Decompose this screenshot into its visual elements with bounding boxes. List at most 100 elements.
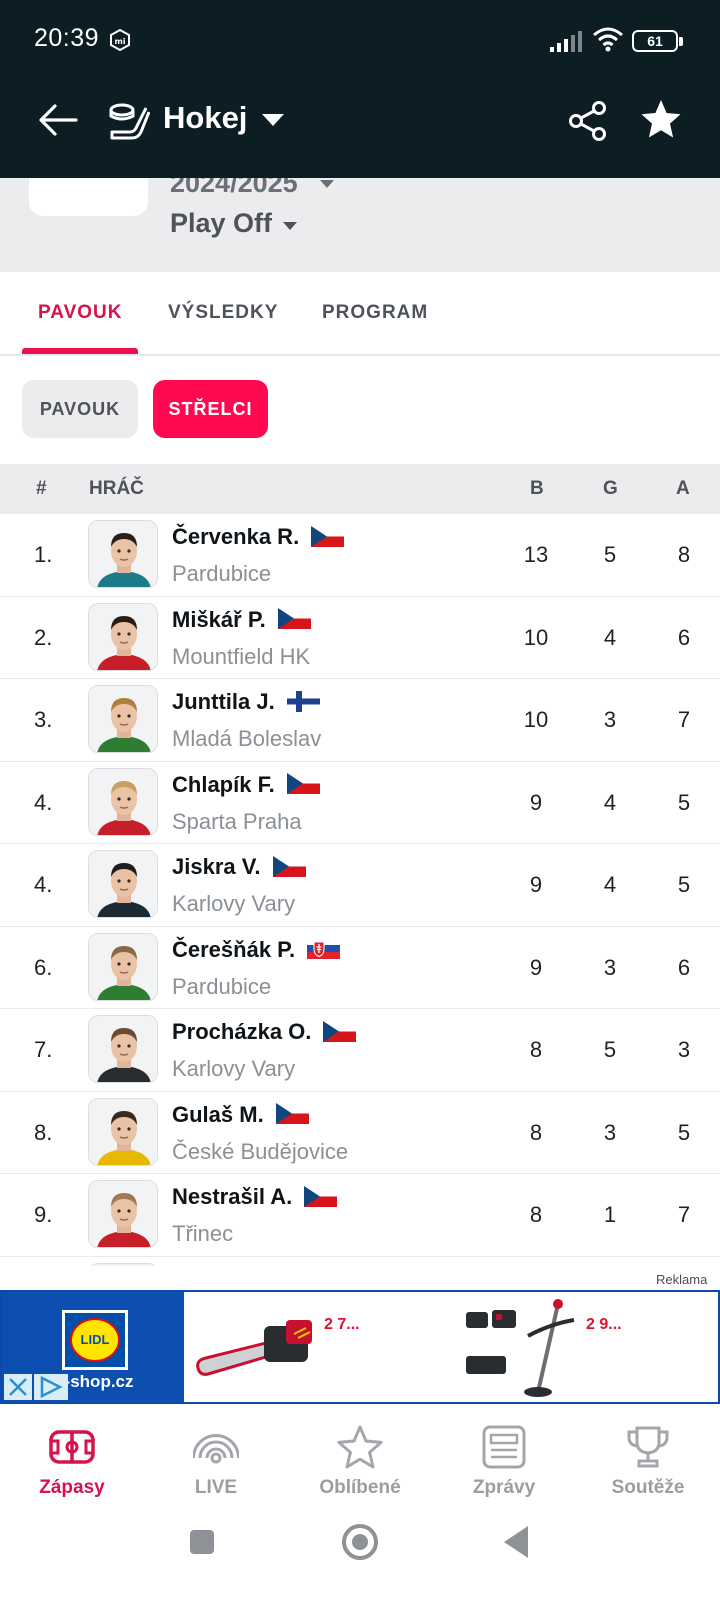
ad-close-icon[interactable] — [4, 1374, 32, 1400]
player-photo — [88, 850, 158, 918]
player-name-line: Čerešňák P. — [172, 937, 341, 963]
nav-label-zpravy: Zprávy — [472, 1477, 536, 1498]
player-photo — [88, 1262, 158, 1266]
points-cell: 10 — [523, 707, 549, 732]
slovakia-flag-icon — [307, 938, 341, 960]
points-cell: 8 — [529, 1037, 543, 1062]
nav-label-zapasy: Zápasy — [39, 1477, 105, 1498]
player-name-line: Chlapík F. — [172, 772, 320, 798]
stage-dropdown-icon[interactable] — [283, 222, 297, 230]
player-name: Gulaš M. — [172, 1101, 264, 1127]
bottom-navigation: Zápasy LIVE Oblíbené Zprávy Soutěže — [0, 1412, 720, 1516]
stage-selector[interactable]: Play Off — [170, 208, 272, 239]
table-row[interactable]: 4. Chlapík F. Sparta Praha 9 4 5 — [0, 761, 720, 844]
league-logo — [29, 178, 148, 216]
table-row[interactable]: 7. Procházka O. Karlovy Vary 8 5 3 — [0, 1009, 720, 1092]
ad-price-1: 2 7... — [324, 1316, 360, 1333]
table-row[interactable]: Hyka T. — [0, 1256, 720, 1266]
nav-souteze[interactable]: Soutěže — [576, 1412, 720, 1516]
goals-cell: 3 — [603, 1119, 617, 1145]
status-bar: 20:39 mi 61 — [0, 0, 720, 80]
tab-vysledky[interactable]: VÝSLEDKY — [168, 302, 278, 324]
trimmer-image — [524, 1299, 575, 1397]
player-name: Nestrašil A. — [172, 1184, 293, 1209]
active-tab-indicator — [22, 348, 138, 354]
player-name-line: Procházka O. — [172, 1019, 357, 1045]
tab-program[interactable]: PROGRAM — [322, 302, 428, 324]
player-name-line: Gulaš M. — [172, 1102, 309, 1128]
points-cell: 8 — [529, 1119, 543, 1145]
lidl-logo: LIDL — [62, 1310, 128, 1370]
tab-pavouk[interactable]: PAVOUK — [38, 302, 122, 324]
top-bar: 20:39 mi 61 Hokej — [0, 0, 720, 178]
mi-icon: mi — [110, 28, 130, 52]
column-goals[interactable]: G — [603, 478, 618, 500]
ad-banner[interactable]: LIDL lidl-shop.cz 2 7... 2 9... — [0, 1290, 720, 1404]
system-navigation — [0, 1516, 720, 1600]
nav-zpravy[interactable]: Zprávy — [432, 1412, 576, 1516]
hockey-icon — [109, 103, 150, 140]
signal-icon — [550, 31, 582, 52]
player-photo — [88, 685, 158, 753]
player-photo — [88, 932, 158, 1001]
favorite-star-icon[interactable] — [640, 98, 682, 140]
subtab-strelci[interactable]: STŘELCI — [153, 380, 268, 438]
season-selector[interactable]: 2024/2025 — [170, 178, 298, 199]
nav-label-live: LIVE — [194, 1477, 238, 1498]
table-row[interactable]: 2. Miškář P. Mountfield HK 10 4 6 — [0, 596, 720, 679]
assists-cell: 8 — [677, 542, 691, 567]
ad-price-2: 2 9... — [586, 1316, 622, 1333]
app-bar: Hokej — [0, 80, 720, 178]
czech-flag-icon — [272, 855, 306, 877]
rank-cell: 3. — [34, 707, 53, 732]
czech-flag-icon — [311, 525, 345, 547]
rank-cell: 4. — [34, 872, 53, 897]
czech-flag-icon — [277, 608, 311, 630]
subtab-pavouk[interactable]: PAVOUK — [22, 380, 138, 438]
nav-live[interactable]: LIVE — [144, 1412, 288, 1516]
scorers-table: 1. Červenka R. Pardubice 13 5 8 2. Miškář P. Mou… — [0, 514, 720, 1266]
field-icon — [49, 1430, 95, 1464]
player-name-line: Červenka R. — [172, 524, 345, 550]
player-name-line: Nestrašil A. — [172, 1184, 338, 1210]
table-row[interactable]: 4. Jiskra V. Karlovy Vary 9 4 5 — [0, 844, 720, 927]
back-arrow-icon[interactable] — [36, 98, 80, 142]
rank-cell: 6. — [34, 954, 53, 980]
table-row[interactable]: 1. Červenka R. Pardubice 13 5 8 — [0, 514, 720, 597]
column-player: HRÁČ — [89, 478, 144, 499]
battery-icon: 61 — [632, 30, 683, 52]
table-row[interactable]: 9. Nestrašil A. Třinec 8 1 7 — [0, 1174, 720, 1257]
table-row[interactable]: 3. Junttila J. Mladá Boleslav 10 3 7 — [0, 679, 720, 762]
sport-title[interactable]: Hokej — [163, 100, 247, 136]
season-header: 2024/2025 Play Off — [0, 178, 720, 272]
player-team: Mountfield HK — [172, 643, 311, 669]
system-back-icon[interactable] — [504, 1526, 528, 1558]
nav-label-oblibene: Oblíbené — [319, 1477, 401, 1498]
home-icon[interactable] — [342, 1524, 378, 1560]
assists-cell: 6 — [677, 624, 691, 650]
player-name: Miškář P. — [172, 606, 266, 632]
player-photo — [88, 602, 158, 671]
season-dropdown-icon[interactable] — [320, 180, 334, 188]
nav-zapasy[interactable]: Zápasy — [0, 1412, 144, 1516]
points-cell: 8 — [529, 1202, 543, 1227]
adchoices-icon[interactable] — [34, 1374, 68, 1400]
rank-cell: 4. — [34, 789, 53, 815]
player-name: Junttila J. — [172, 689, 275, 714]
goals-cell: 5 — [603, 542, 617, 567]
recents-icon[interactable] — [190, 1530, 214, 1554]
column-points[interactable]: B — [530, 478, 544, 500]
table-row[interactable]: 6. Čerešňák P. Pardubice 9 3 6 — [0, 926, 720, 1009]
table-row[interactable]: 8. Gulaš M. České Budějovice 8 3 5 — [0, 1091, 720, 1174]
player-team: Sparta Praha — [172, 808, 302, 834]
ad-label: Reklama — [656, 1272, 708, 1287]
column-assists[interactable]: A — [676, 478, 690, 500]
nav-label-souteze: Soutěže — [611, 1477, 685, 1498]
assists-cell: 6 — [677, 954, 691, 980]
czech-flag-icon — [286, 773, 320, 795]
nav-oblibene[interactable]: Oblíbené — [288, 1412, 432, 1516]
goals-cell: 5 — [603, 1037, 617, 1062]
player-team: Pardubice — [172, 561, 272, 586]
share-icon[interactable] — [568, 100, 608, 142]
sport-dropdown-icon[interactable] — [262, 114, 284, 126]
